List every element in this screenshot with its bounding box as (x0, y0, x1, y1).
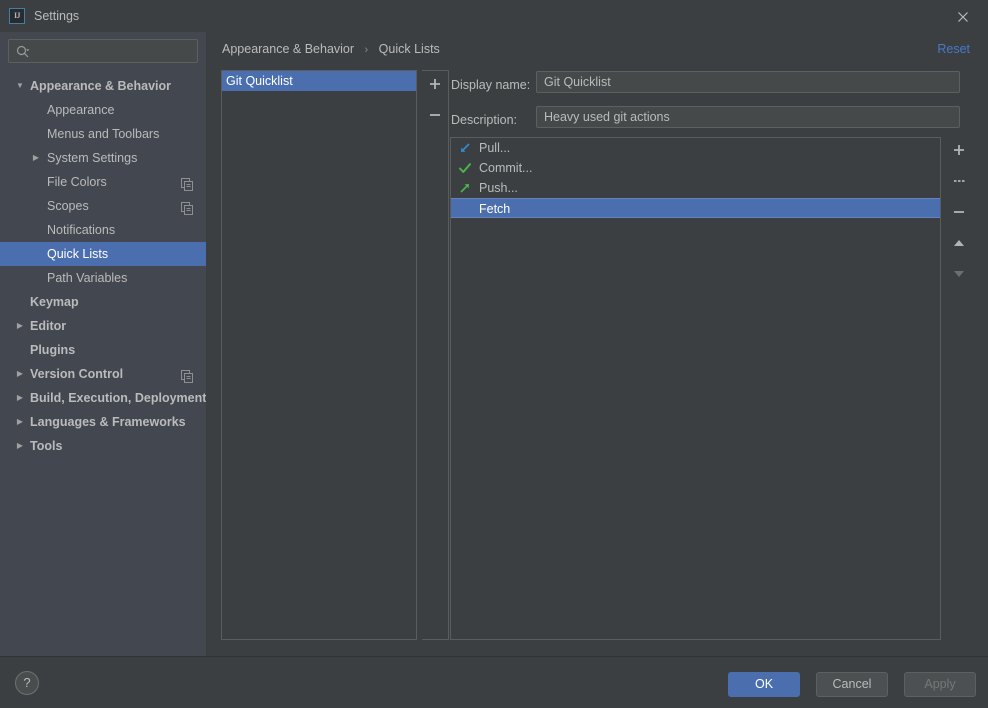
add-separator-button[interactable] (946, 173, 972, 199)
sidebar-item-build-execution-deployment[interactable]: ▶ Build, Execution, Deployment (0, 386, 207, 410)
display-name-input[interactable] (536, 71, 960, 93)
chevron-right-icon[interactable]: ▶ (14, 386, 26, 410)
sidebar-item-menus-and-toolbars[interactable]: Menus and Toolbars (0, 122, 206, 146)
commit-check-icon (458, 161, 472, 175)
action-row[interactable]: Push... (451, 178, 940, 198)
sidebar-item-label: Languages & Frameworks (30, 415, 186, 429)
sidebar-item-label: Quick Lists (47, 247, 109, 261)
close-icon[interactable] (954, 8, 972, 26)
sidebar-item-version-control[interactable]: ▶ Version Control (0, 362, 206, 386)
sidebar-item-appearance[interactable]: Appearance (0, 98, 206, 122)
action-label: Fetch (479, 202, 511, 216)
description-input[interactable] (536, 106, 960, 128)
add-quicklist-button[interactable] (422, 76, 448, 102)
action-label: Commit... (479, 161, 533, 175)
sidebar-item-system-settings[interactable]: ▶ System Settings (0, 146, 206, 170)
cancel-button[interactable]: Cancel (816, 672, 888, 697)
chevron-right-icon[interactable]: ▶ (14, 434, 26, 458)
remove-action-button[interactable] (946, 204, 972, 230)
quicklist-names-panel[interactable]: Git Quicklist (221, 70, 417, 640)
move-action-up-button[interactable] (946, 235, 972, 261)
sidebar-item-label: Version Control (30, 367, 124, 381)
reset-link[interactable]: Reset (937, 40, 970, 58)
chevron-down-icon[interactable]: ▼ (14, 74, 26, 98)
search-input[interactable] (35, 40, 195, 62)
sidebar-item-notifications[interactable]: Notifications (0, 218, 206, 242)
sidebar-item-label: Notifications (47, 223, 116, 237)
help-button[interactable]: ? (15, 671, 39, 695)
sidebar-item-file-colors[interactable]: File Colors (0, 170, 206, 194)
sidebar-item-appearance-behavior[interactable]: ▼ Appearance & Behavior (0, 74, 206, 98)
sidebar-item-label: File Colors (47, 175, 107, 189)
breadcrumb: Appearance & Behavior › Quick Lists (222, 40, 440, 59)
display-name-label: Display name: (451, 78, 531, 92)
search-box[interactable] (8, 39, 198, 63)
sidebar-item-editor[interactable]: ▶ Editor (0, 314, 206, 338)
action-label: Pull... (479, 141, 511, 155)
sidebar-item-label: Appearance & Behavior (30, 79, 172, 93)
chevron-right-icon[interactable]: ▶ (14, 314, 26, 338)
title-bar: IJ Settings (0, 0, 988, 32)
sidebar-item-label: Appearance (47, 103, 115, 117)
quicklist-actions-toolbar (946, 137, 973, 640)
sidebar-item-tools[interactable]: ▶ Tools (0, 434, 206, 458)
quicklist-item[interactable]: Git Quicklist (222, 71, 416, 91)
sidebar-item-label: Plugins (30, 343, 76, 357)
action-label: Push... (479, 181, 518, 195)
sidebar-item-label: Tools (30, 439, 63, 453)
intellij-logo-icon: IJ (9, 8, 25, 24)
push-arrow-icon (458, 181, 472, 195)
action-row[interactable]: Pull... (451, 138, 940, 158)
sidebar-item-label: Menus and Toolbars (47, 127, 160, 141)
dialog-footer: ? OK Cancel Apply (0, 656, 988, 708)
pull-arrow-icon (458, 141, 472, 155)
sidebar-item-path-variables[interactable]: Path Variables (0, 266, 206, 290)
move-action-down-button[interactable] (946, 266, 972, 292)
sidebar-item-keymap[interactable]: Keymap (0, 290, 206, 314)
settings-sidebar: ▼ Appearance & Behavior Appearance Menus an… (0, 32, 206, 656)
copy-settings-icon (181, 175, 194, 191)
breadcrumb-separator-icon: › (364, 44, 369, 56)
add-action-button[interactable] (946, 142, 972, 168)
copy-settings-icon (181, 367, 194, 383)
settings-tree: ▼ Appearance & Behavior Appearance Menus an… (0, 74, 206, 458)
sidebar-item-languages-frameworks[interactable]: ▶ Languages & Frameworks (0, 410, 206, 434)
ok-button[interactable]: OK (728, 672, 800, 697)
sidebar-item-label: System Settings (47, 151, 138, 165)
settings-content: Appearance & Behavior › Quick Lists Rese… (206, 32, 988, 656)
window-title: Settings (34, 9, 80, 23)
sidebar-item-label: Path Variables (47, 271, 128, 285)
sidebar-item-label: Scopes (47, 199, 89, 213)
breadcrumb-parent[interactable]: Appearance & Behavior (222, 42, 354, 56)
action-row[interactable]: Fetch (451, 198, 940, 218)
sidebar-item-label: Editor (30, 319, 67, 333)
sidebar-item-quick-lists[interactable]: Quick Lists (0, 242, 206, 266)
copy-settings-icon (181, 199, 194, 215)
sidebar-item-scopes[interactable]: Scopes (0, 194, 206, 218)
sidebar-item-label: Build, Execution, Deployment (30, 391, 207, 405)
description-label: Description: (451, 113, 517, 127)
sidebar-item-label: Keymap (30, 295, 79, 309)
settings-dialog: IJ Settings ▼ Appearance & Behavior Appear… (0, 0, 988, 708)
sidebar-item-plugins[interactable]: Plugins (0, 338, 206, 362)
chevron-right-icon[interactable]: ▶ (30, 146, 42, 170)
search-icon (15, 44, 31, 60)
action-row[interactable]: Commit... (451, 158, 940, 178)
quicklist-names-toolbar (422, 70, 449, 640)
apply-button[interactable]: Apply (904, 672, 976, 697)
remove-quicklist-button[interactable] (422, 107, 448, 133)
quicklist-actions-panel[interactable]: Pull... Commit... Push... Fetch (450, 137, 941, 640)
chevron-right-icon[interactable]: ▶ (14, 362, 26, 386)
chevron-right-icon[interactable]: ▶ (14, 410, 26, 434)
breadcrumb-current: Quick Lists (378, 42, 440, 56)
